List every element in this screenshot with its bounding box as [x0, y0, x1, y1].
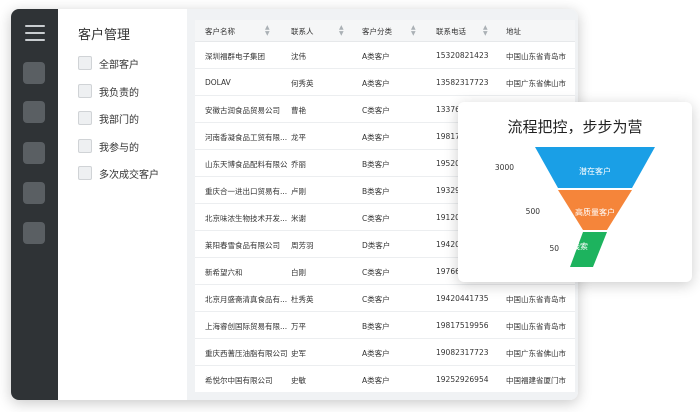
table-cell-contact: 米谢: [291, 214, 306, 223]
table-cell-contact: 史军: [291, 349, 306, 358]
nav-rail-button-3[interactable]: [23, 142, 45, 164]
table-cell-address: 中国山东省青岛市: [506, 295, 566, 304]
table-cell-phone: 13582317723: [436, 78, 489, 87]
table-cell-category: D类客户: [362, 241, 391, 250]
table-cell-address: 中国广东省佛山市: [506, 79, 566, 88]
table-cell-name: 山东天博食品配料有限公...: [205, 160, 287, 169]
filter-item-mine[interactable]: 我负责的: [78, 83, 139, 99]
filter-label: 多次成交客户: [99, 169, 159, 181]
table-cell-category: B类客户: [362, 322, 390, 331]
filter-item-all[interactable]: 全部客户: [78, 55, 139, 71]
table-cell-category: A类客户: [362, 52, 390, 61]
table-cell-name: 北京味浓生物技术开发...: [205, 214, 287, 223]
funnel-stage-value: 500: [526, 207, 541, 216]
table-cell-category: C类客户: [362, 214, 390, 223]
table-cell-category: A类客户: [362, 79, 390, 88]
checkbox[interactable]: [78, 84, 92, 98]
table-row[interactable]: 北京月盛斋清真食品有... 杜秀英 C类客户 19420441735 中国山东省青岛市: [195, 285, 575, 312]
column-header-category[interactable]: 客户分类: [362, 26, 392, 37]
sort-icon[interactable]: ▲ ▼: [265, 25, 270, 37]
table-cell-name: 深圳福群电子集团: [205, 52, 265, 61]
table-cell-contact: 周芳羽: [291, 241, 314, 250]
table-cell-contact: 沈伟: [291, 52, 306, 61]
sort-icon[interactable]: ▲ ▼: [483, 25, 488, 37]
table-cell-name: 河南香凝食品工贸有限...: [205, 133, 287, 142]
checkbox[interactable]: [78, 56, 92, 70]
column-header-name[interactable]: 客户名称: [205, 26, 235, 37]
sort-icon[interactable]: ▲ ▼: [339, 25, 344, 37]
table-cell-name: 希悦尔中国有限公司: [205, 376, 273, 385]
table-cell-category: C类客户: [362, 268, 390, 277]
table-cell-name: 上海睿创国际贸易有限...: [205, 322, 287, 331]
nav-rail-button-4[interactable]: [23, 182, 45, 204]
table-cell-phone: 15320821423: [436, 51, 489, 60]
table-cell-address: 中国广东省佛山市: [506, 349, 566, 358]
table-row[interactable]: 重庆西蓍压油脂有限公司 史军 A类客户 19082317723 中国广东省佛山市: [195, 339, 575, 366]
table-cell-name: 莱阳春雪食品有限公司: [205, 241, 280, 250]
checkbox[interactable]: [78, 111, 92, 125]
funnel-stage-value: 50: [549, 244, 559, 253]
table-cell-category: A类客户: [362, 349, 390, 358]
table-cell-name: 北京月盛斋清真食品有...: [205, 295, 287, 304]
funnel-stage-value: 3000: [495, 163, 514, 172]
checkbox[interactable]: [78, 139, 92, 153]
column-header-address[interactable]: 地址: [506, 26, 521, 37]
table-cell-category: A类客户: [362, 133, 390, 142]
table-cell-address: 中国福建省厦门市: [506, 376, 566, 385]
table-cell-category: C类客户: [362, 106, 390, 115]
sidebar-title: 客户管理: [78, 28, 131, 43]
table-row[interactable]: 深圳福群电子集团 沈伟 A类客户 15320821423 中国山东省青岛市: [195, 42, 575, 69]
table-header: 客户名称 ▲ ▼ 联系人 ▲ ▼ 客户分类 ▲ ▼ 联系电话 ▲ ▼ 地址: [195, 20, 575, 42]
sort-icon[interactable]: ▲ ▼: [411, 25, 416, 37]
table-cell-address: 中国山东省青岛市: [506, 322, 566, 331]
table-cell-category: B类客户: [362, 187, 390, 196]
table-row[interactable]: DOLAV 何秀英 A类客户 13582317723 中国广东省佛山市: [195, 69, 575, 96]
filter-item-participating[interactable]: 我参与的: [78, 138, 139, 154]
column-header-phone[interactable]: 联系电话: [436, 26, 466, 37]
table-cell-category: A类客户: [362, 376, 390, 385]
column-header-contact[interactable]: 联系人: [291, 26, 314, 37]
table-cell-name: 重庆西蓍压油脂有限公司: [205, 349, 287, 358]
table-cell-name: 新希望六和: [205, 268, 243, 277]
funnel-stage-label: 潜在客户: [579, 166, 611, 176]
nav-rail-button-2[interactable]: [23, 101, 45, 123]
table-cell-name: 安徽古润食品贸易公司: [205, 106, 280, 115]
funnel-chart: 潜在客户 高质量客户 线索 3000 500 50: [495, 147, 655, 267]
table-cell-contact: 乔丽: [291, 160, 306, 169]
filter-item-repeat-deals[interactable]: 多次成交客户: [78, 165, 159, 181]
table-cell-phone: 19252926954: [436, 375, 489, 384]
checkbox[interactable]: [78, 166, 92, 180]
filter-item-department[interactable]: 我部门的: [78, 110, 139, 126]
table-cell-category: B类客户: [362, 160, 390, 169]
table-cell-address: 中国山东省青岛市: [506, 52, 566, 61]
table-cell-contact: 曹艳: [291, 106, 306, 115]
table-cell-contact: 龙平: [291, 133, 306, 142]
table-cell-phone: 19817519956: [436, 321, 489, 330]
nav-rail: [11, 9, 58, 400]
table-cell-name: 重庆合一进出口贸易有...: [205, 187, 287, 196]
table-cell-name: DOLAV: [205, 78, 231, 87]
table-cell-contact: 卢刚: [291, 187, 306, 196]
menu-icon[interactable]: [25, 25, 45, 41]
table-cell-contact: 万平: [291, 322, 306, 331]
table-row[interactable]: 上海睿创国际贸易有限... 万平 B类客户 19817519956 中国山东省青岛市: [195, 312, 575, 339]
filter-label: 我参与的: [99, 142, 139, 154]
table-row[interactable]: 希悦尔中国有限公司 史敏 A类客户 19252926954 中国福建省厦门市: [195, 366, 575, 392]
nav-rail-button-5[interactable]: [23, 222, 45, 244]
table-cell-category: C类客户: [362, 295, 390, 304]
table-cell-contact: 史敏: [291, 376, 306, 385]
table-cell-phone: 19082317723: [436, 348, 489, 357]
table-cell-contact: 杜秀英: [291, 295, 314, 304]
nav-rail-button-1[interactable]: [23, 62, 45, 84]
filter-sidebar: 客户管理 全部客户 我负责的 我部门的 我参与的 多次成交客户: [58, 9, 187, 400]
filter-label: 我部门的: [99, 114, 139, 126]
funnel-stage-label: 高质量客户: [575, 207, 615, 217]
filter-label: 我负责的: [99, 87, 139, 99]
funnel-card: 流程把控，步步为营 潜在客户 高质量客户 线索 3000 500 50: [458, 102, 692, 282]
table-cell-contact: 白刚: [291, 268, 306, 277]
filter-label: 全部客户: [99, 59, 139, 71]
table-cell-phone: 19420441735: [436, 294, 489, 303]
funnel-stage-label: 线索: [572, 241, 588, 251]
table-cell-contact: 何秀英: [291, 79, 314, 88]
